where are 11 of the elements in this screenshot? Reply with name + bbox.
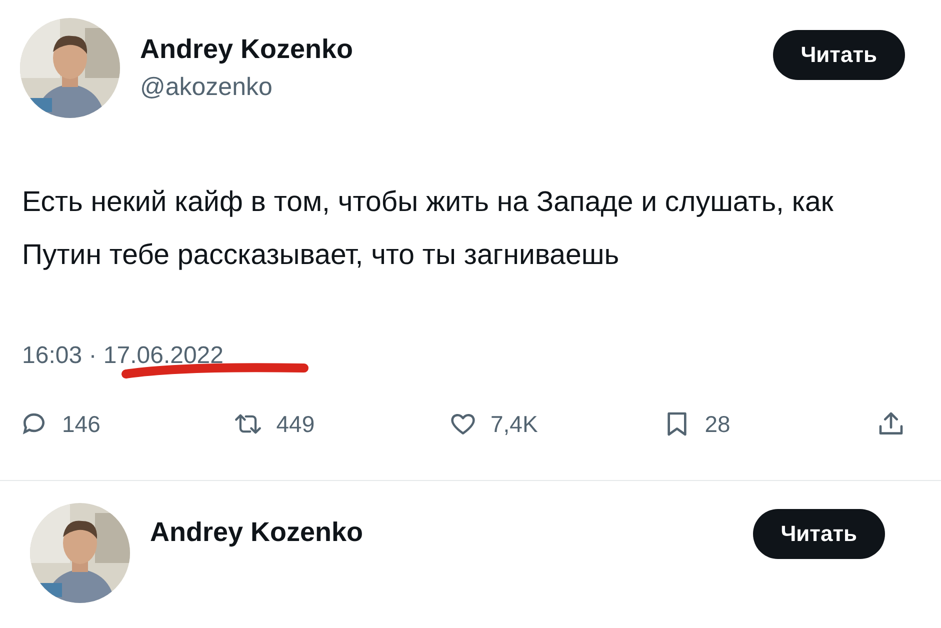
author-handle[interactable]: @akozenko xyxy=(140,73,753,102)
read-button[interactable]: Читать xyxy=(752,509,885,559)
action-count: 28 xyxy=(704,410,730,438)
author-name[interactable]: Andrey Kozenko xyxy=(140,34,753,65)
action-count: 449 xyxy=(276,410,315,438)
tweet-text: Есть некий кайф в том, чтобы жить на Западе и слушать, как Путин тебе рассказывает, что ты загниваешь xyxy=(22,185,834,273)
action-count: 7,4K xyxy=(490,410,538,438)
read-button[interactable]: Читать xyxy=(772,30,905,80)
author-name[interactable]: Andrey Kozenko xyxy=(150,517,733,548)
action-count: 146 xyxy=(62,410,100,438)
tweet-timestamp[interactable]: 16:03 · 17.06.2022 xyxy=(22,342,224,370)
